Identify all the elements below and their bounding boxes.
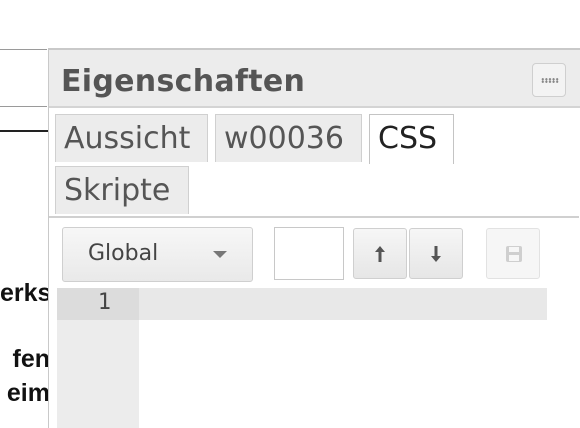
tab-skripte[interactable]: Skripte [55,166,189,214]
selector-input[interactable] [274,227,344,280]
tab-css[interactable]: CSS [369,114,454,164]
scope-select[interactable]: Global [62,227,253,282]
tab-aussicht[interactable]: Aussicht [55,114,208,162]
panel-header[interactable]: Eigenschaften [49,48,580,108]
move-down-button[interactable] [409,228,463,279]
background-frame [0,49,47,107]
scope-select-value: Global [88,241,159,266]
background-text-3: eim [6,379,50,407]
save-button[interactable] [486,228,540,279]
tab-w00036[interactable]: w00036 [215,114,362,162]
line-number-gutter: 1 [57,288,139,428]
line-number: 1 [97,290,111,315]
panel-title: Eigenschaften [61,64,306,99]
background-text-1: erks [0,279,50,307]
css-editor[interactable]: 1 [57,288,547,428]
arrow-up-icon [375,246,385,262]
editor-active-line[interactable] [139,288,547,320]
chevron-down-icon [213,251,227,258]
panel-menu-button[interactable] [532,63,566,97]
tabs-divider [49,216,579,218]
gutter-active-line: 1 [57,288,139,320]
background-text-2: fen [12,345,51,373]
properties-panel: Eigenschaften Aussicht w00036 CSS Skript… [48,48,580,428]
save-icon [506,246,522,262]
move-up-button[interactable] [353,228,407,279]
arrow-down-icon [431,246,441,262]
background-divider [0,130,50,132]
dots-grid-icon [541,78,559,83]
